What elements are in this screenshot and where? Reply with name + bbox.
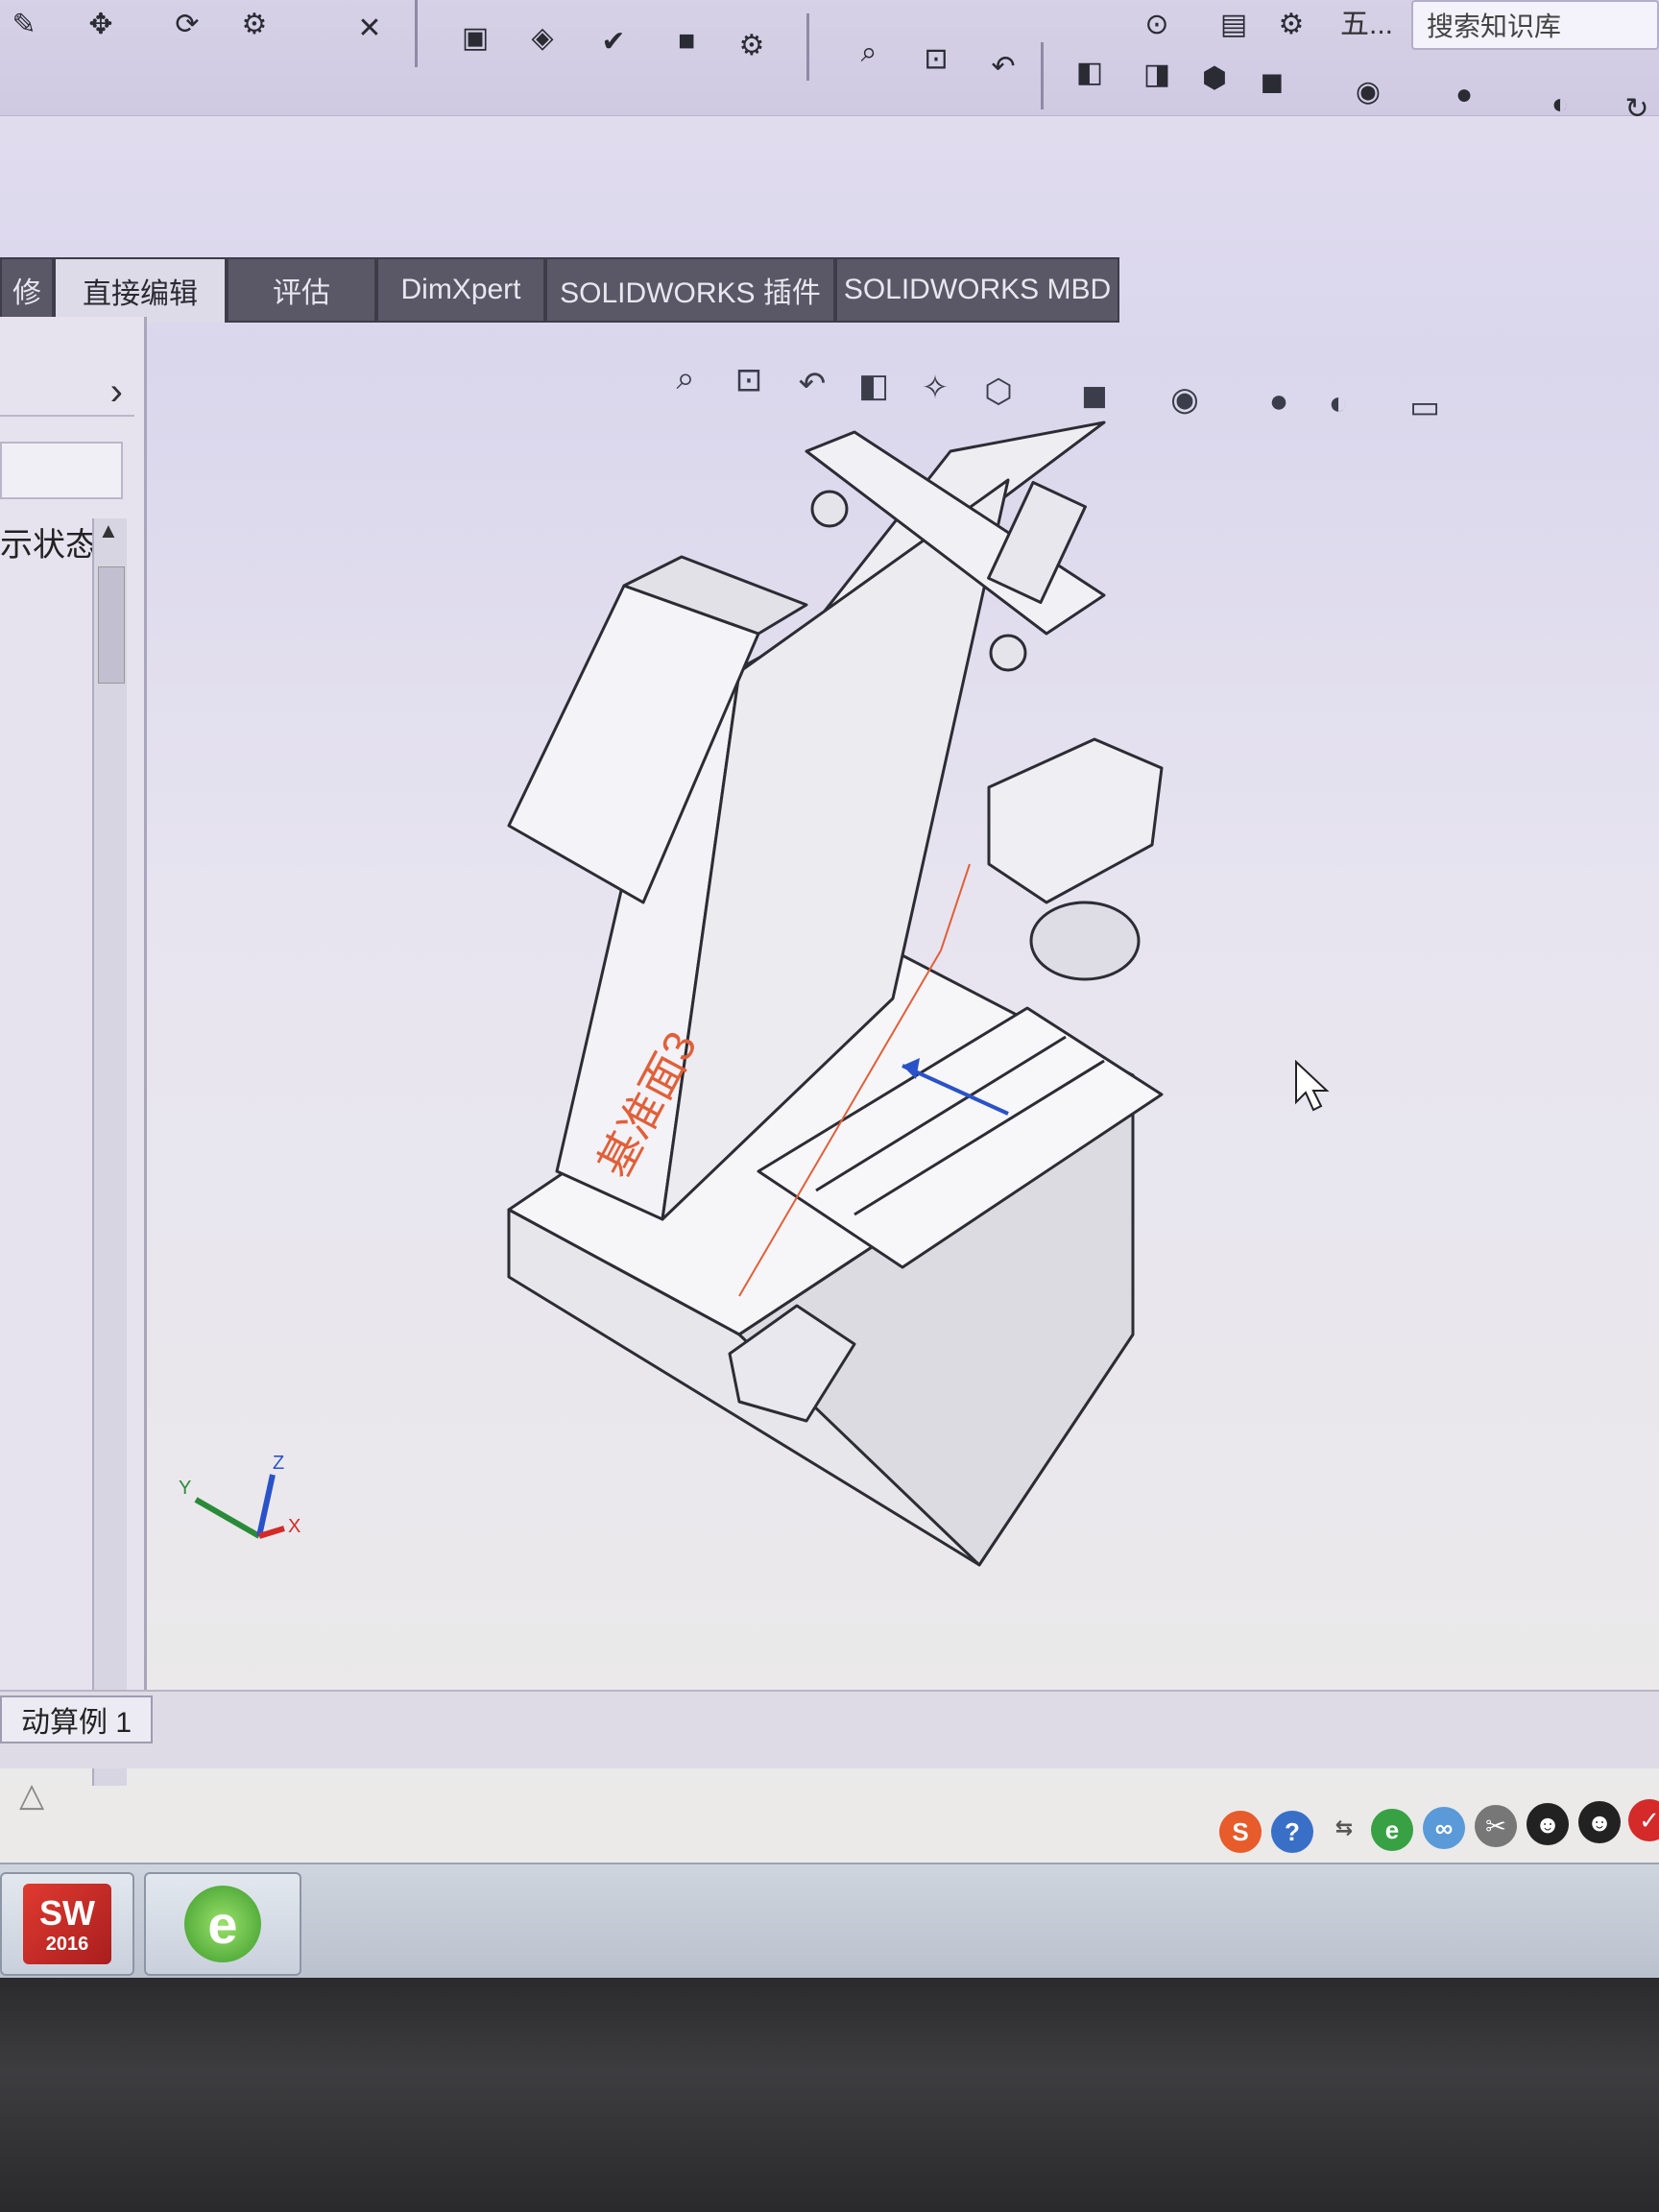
expand-arrow-icon[interactable]: › xyxy=(110,371,123,414)
tab-dimxpert[interactable]: DimXpert xyxy=(376,257,545,323)
edit-appearance-icon[interactable]: ● xyxy=(1440,71,1488,119)
qq-icon[interactable]: ☻ xyxy=(1578,1801,1621,1843)
rebuild-icon[interactable]: ⟳ xyxy=(163,0,211,48)
triad-y-label: Y xyxy=(179,1478,191,1499)
sogou-input-icon[interactable]: S xyxy=(1219,1811,1262,1853)
scrollbar-thumb[interactable] xyxy=(98,566,125,684)
previous-view-icon[interactable]: ↶ xyxy=(979,42,1027,90)
scroll-up-arrow-icon[interactable]: ▲ xyxy=(98,518,119,543)
taskbar-ie-button[interactable]: e xyxy=(144,1872,301,1976)
settings-icon[interactable]: ⚙ xyxy=(728,21,776,69)
reference-triad: Y Z X xyxy=(179,1453,301,1539)
help-icon[interactable]: ? xyxy=(1271,1811,1313,1853)
check-icon[interactable]: ✔ xyxy=(589,17,637,65)
datum-plane-edge xyxy=(940,863,971,951)
panel-scrollbar[interactable]: ▲ xyxy=(92,518,127,1786)
network-share-icon[interactable]: ∞ xyxy=(1423,1807,1465,1849)
edit-icon[interactable]: ✎ xyxy=(0,0,48,48)
solidworks-window: ✎ ✥ ⟳ ⚙ ✕ ▣ ◈ ✔ ■ ⚙ ⌕ ⊡ ↶ ◧ ◨ ⬢ ◼ ◉ ● ◐ … xyxy=(0,0,1659,1978)
display-style-icon[interactable]: ◼ xyxy=(1248,58,1296,106)
file-props-icon[interactable]: ▤ xyxy=(1210,0,1258,48)
tab-direct-editing[interactable]: 直接编辑 xyxy=(54,257,227,323)
toolbar-separator xyxy=(415,0,418,67)
solidworks-logo-icon: SW 2016 xyxy=(23,1884,111,1964)
rotate-icon[interactable]: ↻ xyxy=(1613,84,1659,132)
tab-solidworks-mbd[interactable]: SOLIDWORKS MBD xyxy=(835,257,1119,323)
section-view-icon[interactable]: ◧ xyxy=(1066,48,1114,96)
triad-z-label: Z xyxy=(273,1453,284,1474)
options-icon[interactable]: ⚙ xyxy=(230,0,278,48)
move-icon[interactable]: ✥ xyxy=(77,0,125,48)
graphics-area[interactable]: ⌕ ⊡ ↶ ◧ ✧ ⬡ ◼ ◉ ● ◐ ▭ 基准面3 Y Z X xyxy=(144,326,1659,1661)
tab-features[interactable]: 修 xyxy=(0,257,54,323)
options-gear-icon[interactable]: ⚙ xyxy=(1267,0,1315,48)
sketch-icon[interactable]: ▣ xyxy=(451,13,499,61)
rail-roller xyxy=(989,634,1027,672)
taskbar-solidworks-button[interactable]: SW 2016 xyxy=(0,1872,134,1976)
spindle-head xyxy=(987,737,1164,904)
triad-z-axis xyxy=(256,1474,276,1537)
tools-icon[interactable]: ✂ xyxy=(1475,1805,1517,1847)
internet-explorer-icon: e xyxy=(184,1886,261,1962)
filter-input[interactable] xyxy=(0,442,123,499)
warning-icon: △ xyxy=(19,1777,45,1814)
exit-icon[interactable]: ✕ xyxy=(346,4,394,52)
command-toolbar: ✎ ✥ ⟳ ⚙ ✕ ▣ ◈ ✔ ■ ⚙ ⌕ ⊡ ↶ ◧ ◨ ⬢ ◼ ◉ ● ◐ … xyxy=(0,0,1659,125)
taskbar: SW 2016 e xyxy=(0,1863,1659,1978)
mouse-cursor-icon xyxy=(1295,1060,1330,1112)
ie-tray-icon[interactable]: e xyxy=(1371,1809,1413,1851)
tab-evaluate[interactable]: 评估 xyxy=(227,257,376,323)
monitor-bezel xyxy=(0,1978,1659,2212)
tab-motion-study-1[interactable]: 动算例 1 xyxy=(0,1695,154,1743)
rebuild-small-icon[interactable]: ⊙ xyxy=(1133,0,1181,48)
rail-roller xyxy=(810,490,849,528)
toolbar-separator xyxy=(1041,42,1044,109)
spindle-bore xyxy=(1029,901,1141,981)
hide-show-icon[interactable]: ◉ xyxy=(1344,67,1392,115)
security-shield-icon[interactable]: ✓ xyxy=(1628,1799,1659,1841)
dynamic-annotation-icon[interactable]: ◨ xyxy=(1133,50,1181,98)
smart-dimension-icon[interactable]: ◈ xyxy=(518,13,566,61)
feature-manager-panel: › 示状态 ▲ xyxy=(0,317,147,1786)
view-orientation-icon[interactable]: ⬢ xyxy=(1190,54,1238,102)
display-state-label: 示状态 xyxy=(0,527,98,564)
triad-x-label: X xyxy=(288,1516,301,1537)
cad-model[interactable]: 基准面3 xyxy=(144,326,1659,1661)
scene-icon[interactable]: ◐ xyxy=(1536,81,1584,129)
view-menu[interactable]: 五... xyxy=(1340,0,1393,42)
panel-header-row: › xyxy=(0,369,134,417)
qq-icon[interactable]: ☻ xyxy=(1527,1803,1569,1845)
triad-y-axis xyxy=(194,1497,261,1539)
command-manager-tabs: 修 直接编辑 评估 DimXpert SOLIDWORKS 插件 SOLIDWO… xyxy=(0,257,1659,326)
tab-solidworks-addins[interactable]: SOLIDWORKS 插件 xyxy=(545,257,835,323)
search-knowledge-base-input[interactable]: 搜索知识库 xyxy=(1411,0,1659,50)
language-bar-icon[interactable]: ⇆ xyxy=(1323,1807,1365,1849)
zoom-to-area-icon[interactable]: ⊡ xyxy=(912,35,960,83)
toolbar-separator xyxy=(806,13,809,81)
appearance-icon[interactable]: ■ xyxy=(662,17,710,65)
status-area xyxy=(0,1690,1659,1768)
zoom-to-fit-icon[interactable]: ⌕ xyxy=(845,29,893,77)
